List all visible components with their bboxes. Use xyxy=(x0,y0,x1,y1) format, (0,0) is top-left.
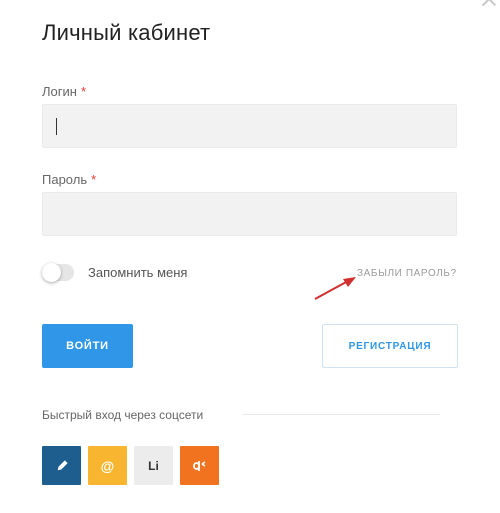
login-label-text: Логин xyxy=(42,84,77,99)
password-label: Пароль * xyxy=(42,172,96,187)
social-login-title: Быстрый вход через соцсети xyxy=(42,408,204,422)
required-mark: * xyxy=(80,84,87,99)
remember-me-label: Запомнить меня xyxy=(88,265,188,280)
required-mark: * xyxy=(91,172,97,187)
forgot-password-link[interactable]: ЗАБЫЛИ ПАРОЛЬ? xyxy=(357,268,457,279)
remember-me-toggle[interactable] xyxy=(42,263,74,282)
login-dialog: Личный кабинет Логин * Пароль * Запомнить … xyxy=(0,0,500,513)
mail-at-icon: @ xyxy=(100,457,115,474)
social-button-pen[interactable] xyxy=(42,446,81,485)
divider xyxy=(242,414,440,415)
register-button[interactable]: РЕГИСТРАЦИЯ xyxy=(322,324,458,368)
login-input[interactable] xyxy=(42,104,457,148)
toggle-knob xyxy=(42,263,61,282)
text-caret xyxy=(56,118,57,135)
social-button-odnoklassniki[interactable] xyxy=(180,446,219,485)
password-label-text: Пароль xyxy=(42,172,88,187)
login-button[interactable]: ВОЙТИ xyxy=(42,324,133,368)
annotation-arrow-icon xyxy=(314,277,356,300)
social-button-mail[interactable]: @ xyxy=(88,446,127,485)
social-button-livejournal[interactable]: Li xyxy=(134,446,173,485)
odnoklassniki-icon xyxy=(192,460,205,471)
livejournal-icon: Li xyxy=(148,458,159,473)
close-icon[interactable] xyxy=(482,0,496,6)
login-label: Логин * xyxy=(42,84,86,99)
dialog-title: Личный кабинет xyxy=(42,20,211,45)
password-input[interactable] xyxy=(42,192,457,236)
pen-icon xyxy=(57,459,68,470)
